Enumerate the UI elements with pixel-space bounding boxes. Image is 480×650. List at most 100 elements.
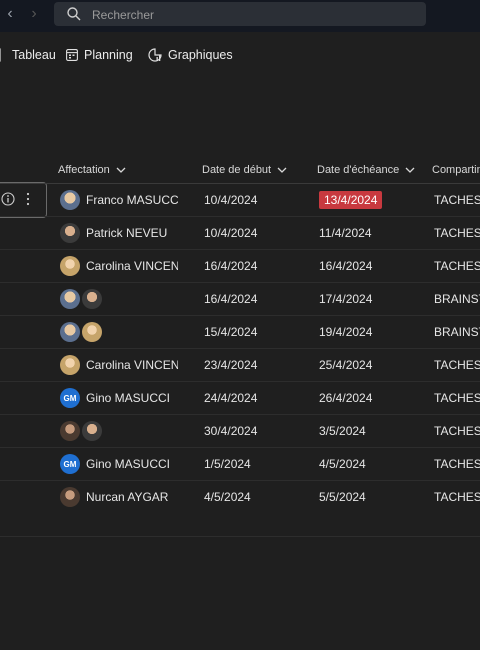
table-row[interactable]: 15/4/2024 19/4/2024 BRAINSTO [0,315,480,348]
assignee-name: Nurcan AYGAR [86,490,169,504]
due-date: 26/4/2024 [319,391,373,405]
back-arrow-icon[interactable]: ‹ [0,4,20,24]
column-header-assignee[interactable]: Affectation [58,158,126,182]
assignee-name: Gino MASUCCI [86,457,171,471]
tab-label: Tableau [12,48,56,62]
due-date: 16/4/2024 [319,259,373,273]
column-label: Date d'échéance [317,164,400,176]
avatar [60,421,80,441]
avatar [60,289,80,309]
avatar-group [60,355,80,375]
assignee-cell[interactable]: Patrick NEVEU [60,217,178,249]
table-row[interactable]: GM Gino MASUCCI 1/5/2024 4/5/2024 TACHES A [0,447,480,480]
avatar [60,322,80,342]
due-date-cell: 11/4/2024 [319,217,419,249]
avatar: GM [60,454,80,474]
due-date: 3/5/2024 [319,424,366,438]
avatar [60,256,80,276]
table-row[interactable]: Nurcan AYGAR 4/5/2024 5/5/2024 TACHES A [0,480,480,513]
task-table: Franco MASUCCI 10/4/2024 13/4/2024 TACHES E… [0,183,480,513]
avatar [60,487,80,507]
table-row[interactable]: Franco MASUCCI 10/4/2024 13/4/2024 TACHES E [0,183,480,216]
assignee-cell[interactable] [60,283,178,315]
due-date: 25/4/2024 [319,358,373,372]
search-input[interactable] [90,4,394,26]
avatar-group [60,421,102,441]
due-date-cell: 17/4/2024 [319,283,419,315]
table-row[interactable]: GM Gino MASUCCI 24/4/2024 26/4/2024 TACHES A [0,381,480,414]
avatar [82,289,102,309]
avatar [60,190,80,210]
start-date: 30/4/2024 [204,424,258,438]
assignee-cell[interactable]: GM Gino MASUCCI [60,448,178,480]
avatar-group [60,256,80,276]
bucket-name: TACHES A [434,259,480,273]
bucket-name: BRAINSTO [434,292,480,306]
assignee-name: Patrick NEVEU [86,226,168,240]
tab-label: Graphiques [168,48,233,62]
bucket-name: TACHES A [434,490,480,504]
column-header-due[interactable]: Date d'échéance [317,158,415,182]
assignee-cell[interactable]: Franco MASUCCI [60,184,178,216]
bucket-name: TACHES A [434,226,480,240]
due-date-cell: 19/4/2024 [319,316,419,348]
due-date-cell: 4/5/2024 [319,448,419,480]
overdue-date-badge: 13/4/2024 [319,191,383,209]
start-date: 16/4/2024 [204,259,258,273]
column-label: Date de début [202,164,272,176]
due-date-cell: 3/5/2024 [319,415,419,447]
bucket-name: TACHES E [434,193,480,207]
tab-graphiques[interactable]: Graphiques [148,45,233,65]
table-row[interactable]: Carolina VINCENZO 23/4/2024 25/4/2024 TACHE… [0,348,480,381]
due-date: 11/4/2024 [319,226,372,240]
start-date: 24/4/2024 [204,391,258,405]
assignee-cell[interactable] [60,415,178,447]
assignee-name: Carolina VINCENZO [86,259,178,273]
start-date: 1/5/2024 [204,457,251,471]
due-date: 4/5/2024 [319,457,366,471]
calendar-icon [66,49,78,61]
avatar [82,421,102,441]
tab-label: Planning [84,48,133,62]
due-date: 17/4/2024 [319,292,373,306]
tab-planning[interactable]: Planning [66,45,133,65]
bucket-name: BRAINSTO [434,325,480,339]
bucket-name: TACHES A [434,457,480,471]
table-row[interactable]: 30/4/2024 3/5/2024 TACHES E [0,414,480,447]
avatar-group [60,223,80,243]
table-row[interactable]: Patrick NEVEU 10/4/2024 11/4/2024 TACHES A [0,216,480,249]
avatar-group [60,190,80,210]
column-header-start[interactable]: Date de début [202,158,287,182]
search-icon [67,7,81,21]
assignee-cell[interactable]: Carolina VINCENZO [60,250,178,282]
assignee-cell[interactable]: Carolina VINCENZO [60,349,178,381]
assignee-cell[interactable] [60,316,178,348]
due-date-cell: 25/4/2024 [319,349,419,381]
search-box[interactable] [54,2,426,26]
table-row[interactable]: 16/4/2024 17/4/2024 BRAINSTO [0,282,480,315]
bucket-name: TACHES A [434,391,480,405]
start-date: 23/4/2024 [204,358,258,372]
avatar-group [60,322,102,342]
bucket-name: TACHES E [434,424,480,438]
tab-tableau[interactable]: Tableau [0,45,56,65]
assignee-name: Gino MASUCCI [86,391,171,405]
chevron-down-icon [405,167,415,173]
assignee-name: Franco MASUCCI [86,193,178,207]
avatar-group: GM [60,388,80,408]
chevron-down-icon [277,167,287,173]
assignee-name: Carolina VINCENZO [86,358,178,372]
column-header-bucket[interactable]: Compartim [432,158,480,182]
start-date: 16/4/2024 [204,292,258,306]
due-date-cell: 16/4/2024 [319,250,419,282]
assignee-cell[interactable]: Nurcan AYGAR [60,481,178,513]
avatar [60,223,80,243]
chart-icon [148,48,162,62]
start-date: 15/4/2024 [204,325,258,339]
column-label: Compartim [432,164,480,176]
avatar-group [60,289,102,309]
start-date: 10/4/2024 [204,226,258,240]
forward-arrow-icon[interactable]: › [24,4,44,24]
assignee-cell[interactable]: GM Gino MASUCCI [60,382,178,414]
table-row[interactable]: Carolina VINCENZO 16/4/2024 16/4/2024 TACHE… [0,249,480,282]
